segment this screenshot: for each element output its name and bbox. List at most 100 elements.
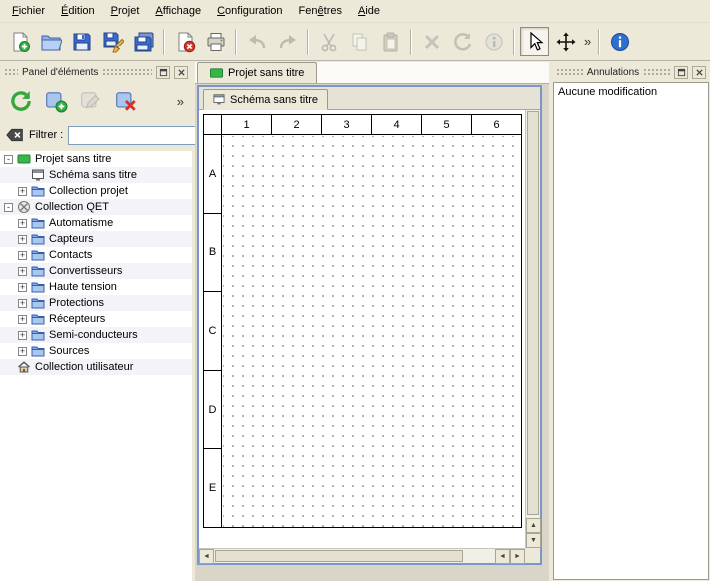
save-button[interactable] [67,27,96,56]
row-header: E [204,449,222,527]
new-element-button[interactable] [41,86,71,116]
vertical-scrollbar[interactable]: ▲ ▼ [525,110,540,548]
tree-item-collection-utilisateur[interactable]: Collection utilisateur [0,359,192,375]
folder-icon [31,344,45,358]
close-file-button[interactable] [170,27,199,56]
tree-item-automatisme[interactable]: +Automatisme [0,215,192,231]
menu-projet[interactable]: Projet [103,0,148,22]
toolbar-separator [163,29,165,55]
tree-item-recepteurs[interactable]: +Récepteurs [0,311,192,327]
tree-item-protections[interactable]: +Protections [0,295,192,311]
pan-mode-button[interactable] [551,27,580,56]
horizontal-scrollbar[interactable]: ◄ ◄ ► [199,548,525,563]
expand-icon[interactable]: + [18,315,27,324]
rotate-selection-button[interactable] [448,27,477,56]
clear-filter-button[interactable] [6,126,24,144]
vertical-scrollbar-thumb[interactable] [527,111,539,515]
project-tabbar: Projet sans titre [195,62,549,84]
folder-icon [31,280,45,294]
undo-panel-titlebar[interactable]: Annulations [554,64,708,80]
expand-icon[interactable]: + [18,187,27,196]
column-header: 6 [472,115,521,135]
tree-item-capteurs[interactable]: + Capteurs [0,231,192,247]
cursor-icon [524,31,546,53]
tree-item-label: Capteurs [49,233,94,245]
float-panel-button[interactable] [674,66,688,79]
ruler-corner [204,115,222,135]
redo-button[interactable] [273,27,302,56]
tree-item-semi-conducteurs[interactable]: +Semi-conducteurs [0,327,192,343]
scroll-right-icon: ► [514,553,521,560]
reload-collections-button[interactable] [6,86,36,116]
tree-item-collection-projet[interactable]: +Collection projet [0,183,192,199]
menu-configuration[interactable]: Configuration [209,0,290,22]
save-as-button[interactable] [98,27,127,56]
folder-icon [31,264,45,278]
expand-icon[interactable]: + [18,251,27,260]
tree-item-contacts[interactable]: +Contacts [0,247,192,263]
edit-element-button[interactable] [76,86,106,116]
undo-history-list[interactable]: Aucune modification [553,82,709,580]
panel-toolbar-overflow-button[interactable]: » [177,94,186,109]
print-button[interactable] [201,27,230,56]
menu-edition[interactable]: Édition [53,0,103,22]
info-blue-icon [609,31,631,53]
scroll-right-button[interactable]: ► [510,549,525,564]
expand-icon[interactable]: + [18,331,27,340]
toolbar-separator [513,29,515,55]
folder-icon [31,296,45,310]
save-all-button[interactable] [129,27,158,56]
float-icon [677,68,686,77]
tree-item-haute-tension[interactable]: +Haute tension [0,279,192,295]
expand-icon[interactable]: + [18,267,27,276]
toolbar-overflow-button[interactable]: » [581,34,594,49]
close-panel-button[interactable] [692,66,706,79]
expand-icon[interactable]: + [18,219,27,228]
collapse-icon[interactable]: - [4,155,13,164]
expand-icon[interactable]: + [18,283,27,292]
element-info-button[interactable] [479,27,508,56]
float-panel-button[interactable] [156,66,170,79]
scroll-left-button-2[interactable]: ◄ [495,549,510,564]
menu-aide[interactable]: Aide [350,0,388,22]
menu-fichier[interactable]: Fichier [4,0,53,22]
tree-item-collection-qet[interactable]: -Collection QET [0,199,192,215]
tab-schema[interactable]: Schéma sans titre [203,89,328,110]
diagram-viewport[interactable]: 123456 ABCDE [199,110,525,548]
expand-icon[interactable]: + [18,299,27,308]
tree-item-projet-sans-titre[interactable]: -Projet sans titre [0,151,192,167]
delete-element-button[interactable] [111,86,141,116]
elements-panel-titlebar[interactable]: Panel d'éléments [2,64,190,80]
scroll-down-button[interactable]: ▼ [526,533,541,548]
expand-icon[interactable]: + [18,235,27,244]
reload-icon [9,89,33,113]
collapse-icon[interactable]: - [4,203,13,212]
select-mode-button[interactable] [520,27,549,56]
horizontal-scrollbar-thumb[interactable] [215,550,463,562]
scroll-up-button[interactable]: ▲ [526,518,541,533]
scroll-left-button[interactable]: ◄ [199,549,214,564]
row-header: A [204,135,222,214]
diagram-grid[interactable] [223,136,521,527]
paste-button[interactable] [376,27,405,56]
tree-item-label: Collection utilisateur [35,361,133,373]
cut-button[interactable] [314,27,343,56]
save-icon [71,31,93,53]
about-info-button[interactable] [605,27,634,56]
expand-icon[interactable]: + [18,347,27,356]
copy-button[interactable] [345,27,374,56]
tab-project[interactable]: Projet sans titre [197,62,317,83]
new-file-button[interactable] [5,27,34,56]
tree-item-schema-sans-titre[interactable]: Schéma sans titre [0,167,192,183]
menu-affichage[interactable]: Affichage [147,0,209,22]
undo-button[interactable] [242,27,271,56]
tree-item-sources[interactable]: +Sources [0,343,192,359]
delete-selection-button[interactable] [417,27,446,56]
close-panel-button[interactable] [174,66,188,79]
folder-icon [31,312,45,326]
column-ruler: 123456 [222,115,521,135]
open-project-button[interactable] [36,27,65,56]
tree-item-convertisseurs[interactable]: +Convertisseurs [0,263,192,279]
row-header: C [204,292,222,371]
menu-fenetres[interactable]: Fenêtres [291,0,350,22]
